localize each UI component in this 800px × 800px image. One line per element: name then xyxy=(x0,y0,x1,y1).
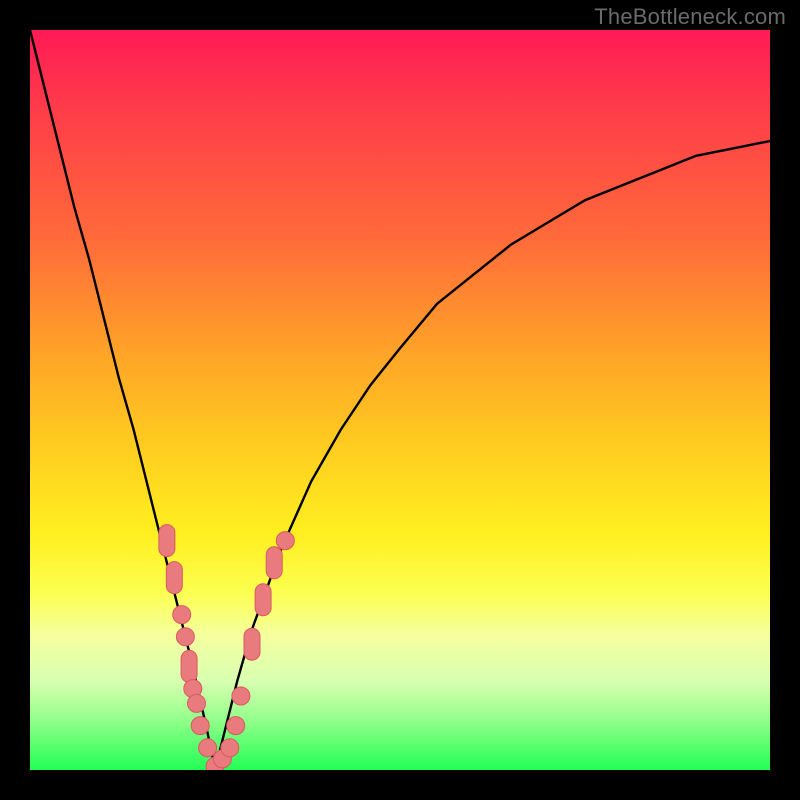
marker-dot xyxy=(221,739,239,757)
marker-capsule xyxy=(244,628,260,660)
marker-dot xyxy=(173,606,191,624)
marker-dot xyxy=(227,717,245,735)
outer-frame: TheBottleneck.com xyxy=(0,0,800,800)
marker-capsule xyxy=(266,547,282,579)
marker-dot xyxy=(191,717,209,735)
marker-capsule xyxy=(181,650,197,682)
marker-dot xyxy=(232,687,250,705)
chart-svg xyxy=(30,30,770,770)
marker-capsule xyxy=(255,584,271,616)
watermark-text: TheBottleneck.com xyxy=(594,4,786,30)
curve-markers xyxy=(159,525,294,770)
bottleneck-curve xyxy=(30,30,770,770)
plot-area xyxy=(30,30,770,770)
marker-capsule xyxy=(166,562,182,594)
marker-dot xyxy=(276,532,294,550)
marker-dot xyxy=(176,628,194,646)
marker-dot xyxy=(199,739,217,757)
marker-dot xyxy=(188,694,206,712)
marker-capsule xyxy=(159,525,175,557)
